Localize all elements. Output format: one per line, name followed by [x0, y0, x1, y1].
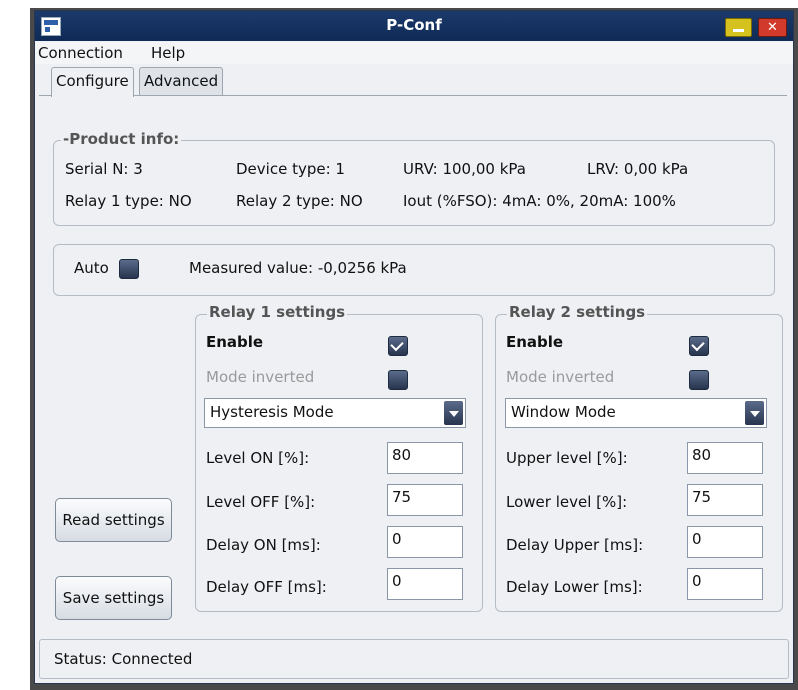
relay1-type: Relay 1 type: NO [65, 192, 192, 210]
menu-connection[interactable]: Connection [38, 44, 123, 62]
relay2-enable-label: Enable [506, 333, 564, 351]
status-text: Status: Connected [54, 650, 193, 668]
relay2-lower-level-input[interactable]: 75 [687, 484, 763, 516]
relay2-upper-level-input[interactable]: 80 [687, 442, 763, 474]
serial-number: Serial N: 3 [65, 160, 143, 178]
configure-panel: -Product info: Serial N: 3 Device type: … [39, 95, 787, 632]
iout-info: Iout (%FSO): 4mA: 0%, 20mA: 100% [403, 192, 676, 210]
relay1-field-label: Delay ON [ms]: [206, 536, 321, 554]
auto-checkbox[interactable] [119, 259, 139, 279]
left-margin [0, 0, 30, 690]
relay1-enable-label: Enable [206, 333, 264, 351]
chevron-down-icon[interactable] [444, 401, 463, 425]
save-settings-button[interactable]: Save settings [55, 576, 172, 620]
title-bar[interactable]: P-Conf ✕ [35, 11, 793, 41]
app-window: P-Conf ✕ Connection Help Configure Advan… [34, 10, 794, 684]
relay1-field-label: Level OFF [%]: [206, 493, 316, 511]
relay1-mode-inverted-label: Mode inverted [206, 368, 315, 386]
auto-label: Auto [74, 259, 109, 277]
relay2-mode-inverted-label: Mode inverted [506, 368, 615, 386]
tab-advanced[interactable]: Advanced [139, 67, 224, 95]
relay2-title: Relay 2 settings [507, 303, 648, 321]
relay2-mode-select[interactable]: Window Mode [505, 398, 767, 428]
relay1-delay-on-input[interactable]: 0 [387, 526, 463, 558]
urv-value: URV: 100,00 kPa [403, 160, 526, 178]
minimize-icon[interactable] [725, 18, 752, 37]
product-info-title: -Product info: [61, 130, 182, 148]
relay1-field-label: Level ON [%]: [206, 449, 310, 467]
measured-value: Measured value: -0,0256 kPa [189, 259, 407, 277]
relay1-mode-select[interactable]: Hysteresis Mode [204, 398, 466, 428]
relay1-level-on-input[interactable]: 80 [387, 442, 463, 474]
relay2-delay-upper-input[interactable]: 0 [687, 526, 763, 558]
device-type: Device type: 1 [236, 160, 345, 178]
close-icon[interactable]: ✕ [758, 18, 787, 37]
tab-configure[interactable]: Configure [51, 67, 134, 97]
relay2-delay-lower-input[interactable]: 0 [687, 568, 763, 600]
relay2-field-label: Delay Lower [ms]: [506, 578, 643, 596]
chevron-down-icon[interactable] [745, 401, 764, 425]
product-info-group [53, 140, 775, 226]
relay1-field-label: Delay OFF [ms]: [206, 578, 327, 596]
relay1-enable-checkbox[interactable] [388, 336, 408, 356]
relay1-level-off-input[interactable]: 75 [387, 484, 463, 516]
relay2-field-label: Lower level [%]: [506, 493, 628, 511]
relay1-mode-value: Hysteresis Mode [210, 403, 334, 421]
relay2-field-label: Upper level [%]: [506, 449, 628, 467]
menu-help[interactable]: Help [151, 44, 185, 62]
relay2-enable-checkbox[interactable] [689, 336, 709, 356]
read-settings-button[interactable]: Read settings [55, 498, 172, 542]
status-bar: Status: Connected [39, 639, 789, 679]
menu-bar: Connection Help [35, 42, 793, 64]
relay2-mode-value: Window Mode [511, 403, 616, 421]
relay2-type: Relay 2 type: NO [236, 192, 363, 210]
measure-group [53, 244, 775, 296]
relay2-field-label: Delay Upper [ms]: [506, 536, 644, 554]
lrv-value: LRV: 0,00 kPa [587, 160, 689, 178]
relay1-mode-inverted-checkbox[interactable] [388, 370, 408, 390]
relay2-mode-inverted-checkbox[interactable] [689, 370, 709, 390]
relay1-title: Relay 1 settings [207, 303, 348, 321]
relay1-delay-off-input[interactable]: 0 [387, 568, 463, 600]
window-title: P-Conf [386, 16, 442, 34]
